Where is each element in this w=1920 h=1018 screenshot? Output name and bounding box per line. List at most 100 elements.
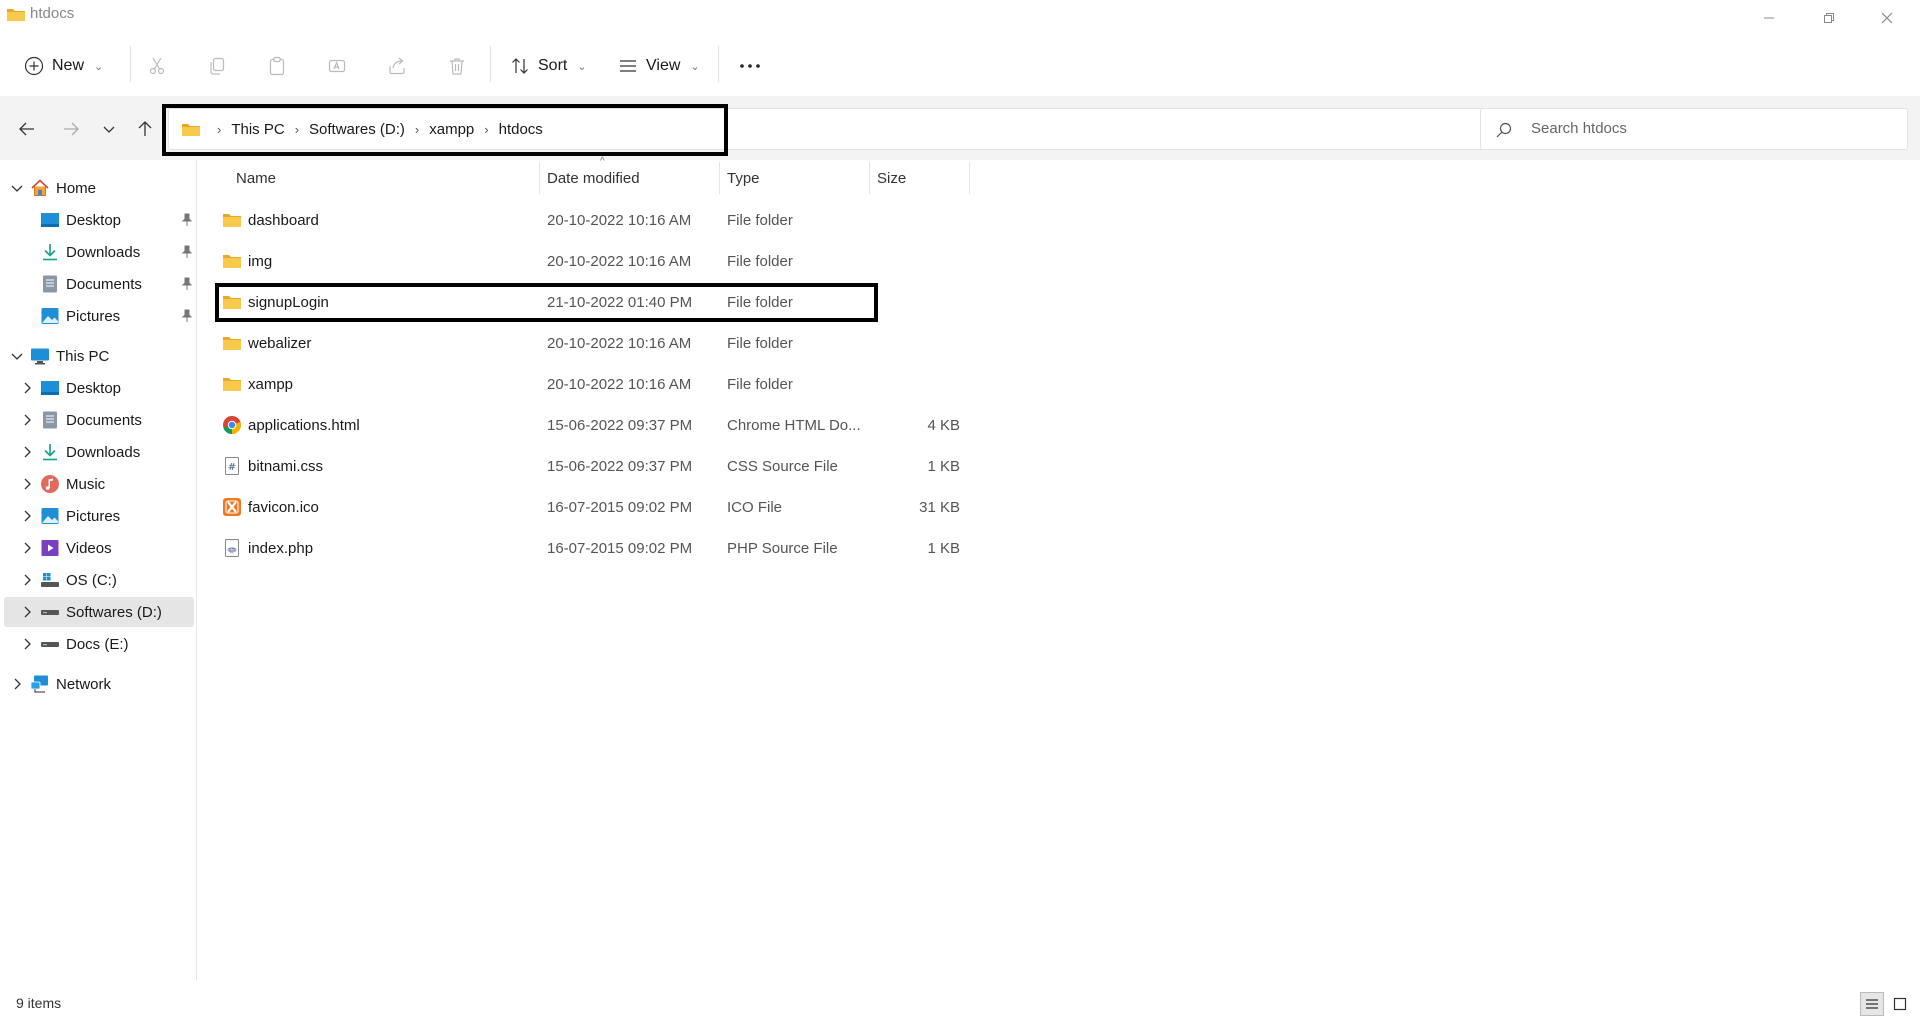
folder-icon [223,255,241,268]
chevron-right-icon [24,414,31,426]
address-annotation-box [162,104,728,156]
file-row-applications-html[interactable]: applications.html 15-06-2022 09:37 PM Ch… [220,405,970,445]
column-header-size[interactable]: Size [877,162,906,194]
chevron-right-icon [14,678,21,690]
sidebar-item-desktop[interactable]: Desktop [4,373,194,403]
sidebar-item-music[interactable]: Music [4,469,194,499]
sidebar-item-videos[interactable]: Videos [4,533,194,563]
sidebar-item-pictures[interactable]: Pictures [4,501,194,531]
search-icon [1496,122,1512,138]
chevron-down-icon [11,353,23,360]
php-file-icon: php [225,539,239,557]
file-row-dashboard[interactable]: dashboard 20-10-2022 10:16 AM File folde… [220,200,970,240]
file-type: File folder [727,252,793,270]
column-resize-handle[interactable] [969,162,970,194]
chevron-right-icon [24,446,31,458]
details-view-button[interactable] [1860,992,1884,1016]
window-title: htdocs [30,5,75,22]
toolbar-divider [490,46,491,82]
arrow-right-icon [64,122,79,136]
file-row-bitnami-css[interactable]: # bitnami.css 15-06-2022 09:37 PM CSS So… [220,446,970,486]
rename-button[interactable] [317,46,357,86]
column-resize-handle[interactable] [719,162,720,194]
copy-button[interactable] [197,46,237,86]
arrow-up-icon [138,121,152,136]
sidebar-item-home[interactable]: Home [4,173,194,203]
folder-icon [223,337,241,350]
sidebar-item-softwares-d[interactable]: Softwares (D:) [4,597,194,627]
file-row-index-php[interactable]: php index.php 16-07-2015 09:02 PM PHP So… [220,528,970,568]
back-button[interactable] [10,112,44,146]
sidebar-item-downloads[interactable]: Downloads [4,437,194,467]
large-icons-view-button[interactable] [1888,992,1912,1016]
sidebar-item-docs-e[interactable]: Docs (E:) [4,629,194,659]
pane-divider[interactable] [196,160,197,980]
plus-circle-icon [24,56,44,76]
arrow-left-icon [19,122,34,136]
file-row-favicon-ico[interactable]: favicon.ico 16-07-2015 09:02 PM ICO File… [220,487,970,527]
desktop-icon [41,381,59,395]
sidebar-item-label: Videos [66,539,112,557]
recent-locations-button[interactable] [92,112,126,146]
sidebar-item-documents[interactable]: Documents [4,405,194,435]
sidebar-item-label: Downloads [66,243,141,261]
pin-icon [181,277,193,290]
minimize-button[interactable] [1740,0,1798,36]
forward-button[interactable] [54,112,88,146]
sort-button[interactable]: Sort ⌄ [510,46,587,86]
file-date: 16-07-2015 09:02 PM [547,539,693,557]
sidebar-item-desktop-pinned[interactable]: Desktop [4,205,194,235]
computer-icon [31,348,49,365]
status-bar: 9 items [0,990,1920,1018]
search-input[interactable]: Search htdocs [1480,108,1908,150]
svg-text:#: # [228,462,236,473]
new-button[interactable]: New ⌄ [24,46,103,86]
clipboard-icon [269,56,285,76]
file-size: 1 KB [927,539,960,557]
file-row-img[interactable]: img 20-10-2022 10:16 AM File folder [220,241,970,281]
column-header-type[interactable]: Type [727,162,760,194]
view-lines-icon [620,60,636,72]
toolbar-divider [130,46,131,82]
download-icon [43,244,57,261]
item-count: 9 items [16,995,62,1011]
sidebar-item-documents-pinned[interactable]: Documents [4,269,194,299]
file-row-xampp[interactable]: xampp 20-10-2022 10:16 AM File folder [220,364,970,404]
sidebar-item-this-pc[interactable]: This PC [4,341,194,371]
sidebar-item-label: Documents [66,411,142,429]
delete-button[interactable] [437,46,477,86]
column-header-name[interactable]: Name [236,162,276,194]
drive-icon [41,610,59,615]
paste-button[interactable] [257,46,297,86]
view-label: View [646,57,681,74]
sort-icon [512,58,528,74]
sidebar-item-os-c[interactable]: OS (C:) [4,565,194,595]
more-options-button[interactable] [730,46,770,86]
column-header-date-modified[interactable]: Date modified [547,162,640,194]
music-icon [41,475,59,493]
sidebar-item-label: Downloads [66,443,141,461]
file-size: 4 KB [927,416,960,434]
chevron-right-icon [24,542,31,554]
cut-button[interactable] [137,46,177,86]
file-type: ICO File [727,498,783,516]
sidebar-item-network[interactable]: Network [4,669,194,699]
column-resize-handle[interactable] [539,162,540,194]
file-date: 20-10-2022 10:16 AM [547,375,692,393]
file-date: 20-10-2022 10:16 AM [547,252,692,270]
css-file-icon: # [225,457,239,475]
pictures-icon [41,308,59,324]
restore-icon [1824,13,1834,23]
restore-button[interactable] [1800,0,1858,36]
file-row-webalizer[interactable]: webalizer 20-10-2022 10:16 AM File folde… [220,323,970,363]
sidebar-item-pictures-pinned[interactable]: Pictures [4,301,194,331]
share-button[interactable] [377,46,417,86]
column-resize-handle[interactable] [869,162,870,194]
chrome-icon [223,416,242,434]
file-type: File folder [727,375,793,393]
sidebar-item-downloads-pinned[interactable]: Downloads [4,237,194,267]
close-button[interactable] [1858,0,1916,36]
chevron-right-icon [24,638,31,650]
up-button[interactable] [128,112,162,146]
view-button[interactable]: View ⌄ [618,46,700,86]
